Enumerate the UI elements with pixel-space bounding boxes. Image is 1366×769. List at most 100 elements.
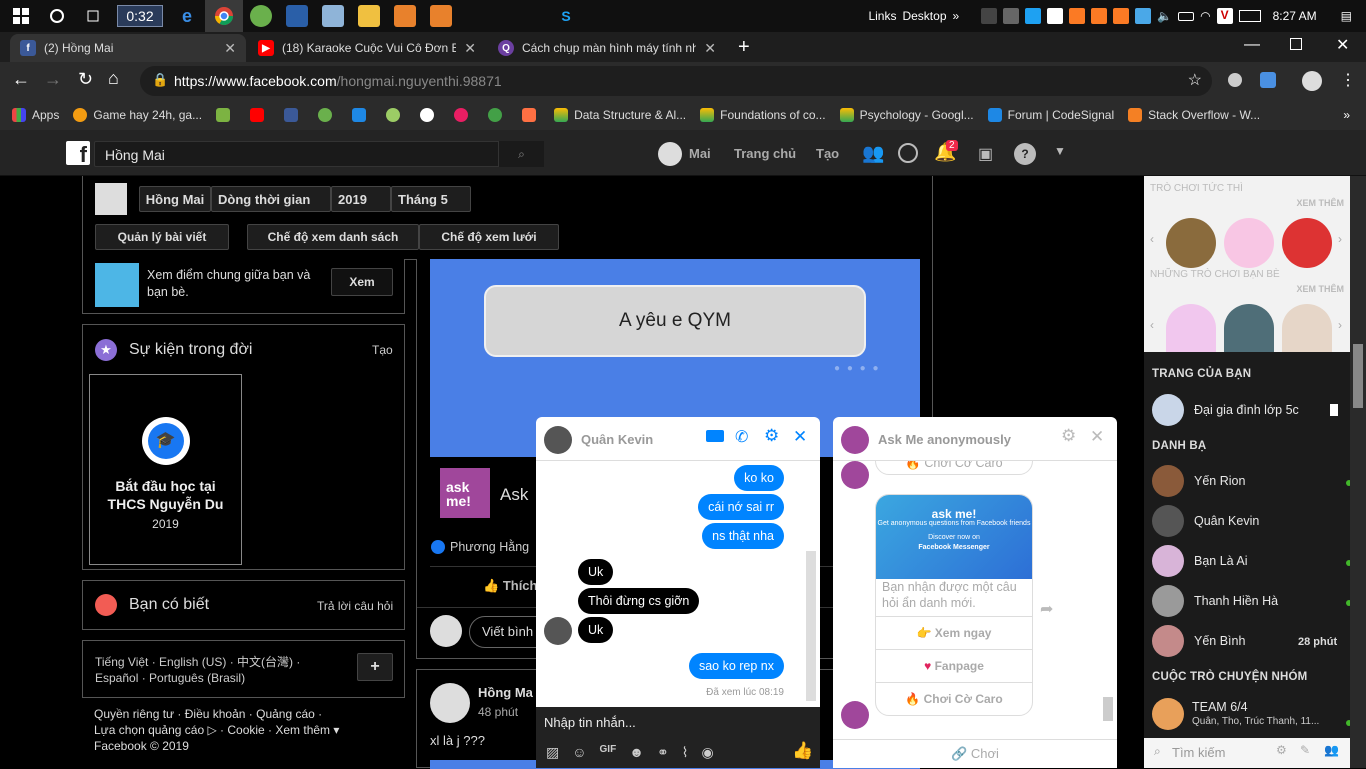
bookmark-codesignal[interactable]: Forum | CodeSignal (987, 108, 1114, 122)
sidebar-scrollbar[interactable] (1350, 176, 1366, 768)
vivaldi-icon[interactable]: V (1216, 8, 1233, 24)
close-tab-icon[interactable]: ✕ (224, 40, 236, 57)
volume-icon[interactable]: 🔈 (1157, 9, 1172, 23)
desktop-toolbar[interactable]: Desktop (902, 9, 946, 23)
see-more-friends-games[interactable]: XEM THÊM (1296, 284, 1344, 294)
game-thumbnail[interactable] (1282, 304, 1332, 352)
chat-scrollbar[interactable] (1103, 697, 1113, 721)
video-call-icon[interactable] (706, 430, 724, 442)
close-tab-icon[interactable]: ✕ (464, 40, 476, 57)
action-center-icon[interactable]: ▤ (1341, 9, 1352, 23)
chat-footer-button[interactable]: 🔗 Chơi (833, 739, 1117, 768)
globe-icon[interactable] (420, 108, 435, 122)
sticker-icon[interactable]: ☺ (572, 744, 586, 761)
bookmark-foundations[interactable]: Foundations of co... (700, 108, 826, 122)
tab-facebook[interactable]: f (2) Hồng Mai ✕ (10, 34, 246, 62)
chevron-icon[interactable]: » (953, 9, 960, 23)
emoji-icon[interactable]: ☻ (629, 744, 644, 761)
group-chat-item[interactable]: TEAM 6/4 Quân, Tho, Trúc Thanh, 11... (1152, 696, 1342, 732)
network-app-icon[interactable] (1135, 8, 1152, 24)
message-list[interactable]: 🔥 Chơi Cờ Caro ask me! Get anonymous que… (833, 461, 1117, 739)
task-view-icon[interactable] (82, 5, 104, 27)
view-now-button[interactable]: 👉 Xem ngay (876, 617, 1032, 650)
chevron-right-icon[interactable]: › (1338, 232, 1342, 246)
game-thumbnail[interactable] (1166, 304, 1216, 352)
app-icon-blue[interactable] (286, 5, 308, 27)
list-view-button[interactable]: Chế độ xem danh sách (247, 224, 419, 250)
attachment-icon[interactable]: ⌇ (682, 744, 689, 761)
xampp-icon-2[interactable] (1091, 8, 1108, 24)
fanpage-button[interactable]: ♥ Fanpage (876, 650, 1032, 683)
settings-gear-icon[interactable]: ⚙ (764, 426, 779, 446)
see-more-games[interactable]: XEM THÊM (1296, 198, 1344, 208)
notepad-icon[interactable] (322, 5, 344, 27)
grid-view-button[interactable]: Chế độ xem lưới (419, 224, 559, 250)
quick-reply-option[interactable]: 🔥 Chơi Cờ Caro (875, 461, 1033, 475)
page-action-icon[interactable] (1330, 404, 1338, 416)
photo-icon[interactable]: ▨ (546, 744, 559, 761)
facebook-logo-icon[interactable]: f (66, 141, 90, 167)
address-bar[interactable]: 🔒 https://www.facebook.com/hongmai.nguye… (140, 66, 1212, 96)
file-explorer-icon[interactable] (358, 5, 380, 27)
bookmark-psychology[interactable]: Psychology - Googl... (839, 108, 974, 122)
forward-icon[interactable]: → (44, 69, 62, 90)
bookmark-icon-lime[interactable] (318, 108, 333, 122)
game-thumbnail[interactable] (1224, 304, 1274, 352)
youtube-bookmark-icon[interactable] (250, 108, 265, 122)
windows-start-icon[interactable] (10, 5, 32, 27)
app-name[interactable]: Ask (500, 485, 528, 505)
search-button[interactable]: ⌕ (498, 141, 544, 167)
reload-icon[interactable]: ↻ (78, 69, 93, 90)
profile-link[interactable]: Mai (689, 146, 711, 161)
message-list[interactable]: ko ko cái nớ sai rr ns thật nha Uk Thôi … (536, 461, 820, 707)
like-button[interactable]: 👍 Thích (483, 578, 537, 594)
bookmark-apps[interactable]: Apps (12, 108, 59, 122)
sublime-icon[interactable] (394, 5, 416, 27)
home-link[interactable]: Trang chủ (734, 146, 796, 161)
bookmark-icon-leaf[interactable] (488, 108, 503, 122)
chat-avatar[interactable] (544, 426, 572, 454)
help-icon[interactable]: ? (1014, 143, 1036, 165)
contact-item[interactable]: Bạn Là Ai (1152, 543, 1332, 579)
contact-item[interactable]: Quân Kevin (1152, 503, 1332, 539)
bookmark-game[interactable]: Game hay 24h, ga... (73, 108, 202, 122)
month-selector[interactable]: Tháng 5 (391, 186, 471, 212)
minimize-button[interactable]: — (1244, 36, 1260, 54)
bookmark-icon-round[interactable] (386, 108, 401, 122)
chat-name[interactable]: Ask Me anonymously (878, 432, 1011, 447)
new-group-icon[interactable]: 👥 (1324, 743, 1339, 757)
link-icon[interactable]: ⚭ (657, 744, 669, 761)
close-chat-icon[interactable]: ✕ (1090, 427, 1104, 447)
chevron-left-icon[interactable]: ‹ (1150, 232, 1154, 246)
phone-icon[interactable]: ✆ (735, 427, 748, 447)
edge-icon[interactable]: e (176, 5, 198, 27)
game-thumbnail[interactable] (1282, 218, 1332, 268)
tab-screenshot-guide[interactable]: Q Cách chụp màn hình máy tính nh ✕ (488, 34, 726, 62)
post-author[interactable]: Hồng Ma (478, 685, 533, 700)
app-icon-green[interactable] (250, 5, 272, 27)
friend-requests-icon[interactable]: 👥 (862, 143, 884, 164)
sublime-icon-2[interactable] (430, 5, 452, 27)
facebook-search-input[interactable]: Hồng Mai (94, 141, 544, 167)
bookmark-icon-t[interactable] (352, 108, 367, 122)
skype-icon[interactable]: S (555, 5, 577, 27)
settings-gear-icon[interactable]: ⚙ (1276, 743, 1287, 757)
create-life-event-link[interactable]: Tạo (372, 343, 393, 357)
xampp-icon-3[interactable] (1113, 8, 1130, 24)
quick-help-icon[interactable]: ▣ (978, 144, 993, 164)
play-caro-button[interactable]: 🔥 Chơi Cờ Caro (876, 683, 1032, 715)
close-chat-icon[interactable]: ✕ (793, 427, 807, 447)
profile-avatar[interactable] (658, 142, 682, 166)
askme-app-icon[interactable]: ask me! (440, 468, 490, 518)
close-window-button[interactable]: ✕ (1336, 35, 1349, 55)
xampp-icon[interactable] (1069, 8, 1086, 24)
message-input[interactable]: Nhập tin nhắn... (544, 715, 636, 730)
extension-icon[interactable] (1228, 73, 1242, 87)
close-tab-icon[interactable]: ✕ (704, 40, 716, 57)
chevron-left-icon[interactable]: ‹ (1150, 318, 1154, 332)
gif-icon[interactable]: GIF (600, 744, 617, 761)
battery-icon[interactable] (1178, 11, 1195, 21)
year-selector[interactable]: 2019 (331, 186, 391, 212)
contact-item[interactable]: Thanh Hiền Hà (1152, 583, 1332, 619)
game-thumbnail[interactable] (1166, 218, 1216, 268)
